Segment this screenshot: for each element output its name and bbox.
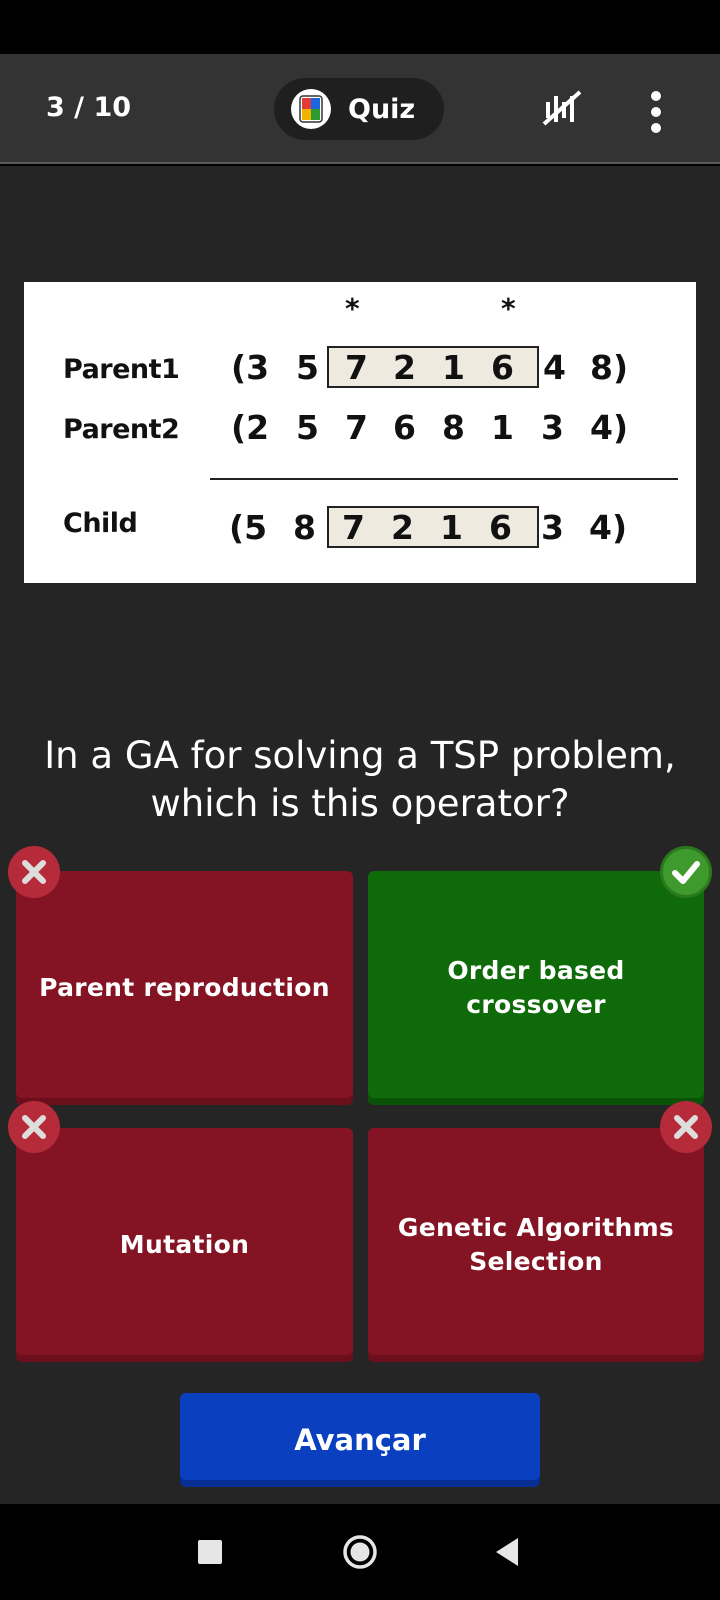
child-gene: 4) [589, 508, 628, 547]
parent1-gene: 6 [491, 348, 514, 387]
parent2-gene: 7 [345, 408, 368, 447]
parent2-gene: 6 [393, 408, 416, 447]
parent2-label: Parent2 [63, 414, 180, 445]
next-button[interactable]: Avançar [180, 1393, 540, 1487]
parent1-gene: 7 [345, 348, 368, 387]
status-bar [0, 0, 720, 54]
quiz-title-pill[interactable]: Quiz [274, 78, 444, 140]
correct-check-icon [660, 846, 712, 898]
child-gene: 1 [440, 508, 463, 547]
child-gene: 7 [342, 508, 365, 547]
recent-apps-icon[interactable] [198, 1540, 222, 1564]
next-button-label: Avançar [294, 1423, 426, 1457]
answer-option-order-based-crossover[interactable]: Order based crossover [368, 871, 704, 1105]
parent2-gene: 3 [541, 408, 564, 447]
child-label: Child [63, 508, 138, 539]
question-counter: 3 / 10 [46, 92, 132, 123]
parent2-gene: 8 [442, 408, 465, 447]
answer-label: Genetic Algorithms Selection [397, 1213, 675, 1276]
tools-off-icon[interactable] [540, 88, 586, 130]
parent1-label: Parent1 [63, 354, 180, 385]
top-bar: 3 / 10 Quiz [0, 54, 720, 164]
parent1-gene: (3 [231, 348, 270, 387]
parent1-gene: 8) [590, 348, 629, 387]
home-icon[interactable] [342, 1534, 378, 1570]
parent1-gene: 4 [543, 348, 566, 387]
parent1-gene: 1 [442, 348, 465, 387]
child-gene: 6 [489, 508, 512, 547]
incorrect-x-icon [8, 846, 60, 898]
child-gene: 3 [541, 508, 564, 547]
parent1-gene: 5 [296, 348, 319, 387]
answer-option-parent-reproduction[interactable]: Parent reproduction [16, 871, 353, 1105]
incorrect-x-icon [8, 1101, 60, 1153]
child-gene: 8 [293, 508, 316, 547]
parent2-gene: 5 [296, 408, 319, 447]
quiz-content: * * Parent1 Parent2 Child (3 5 7 2 1 6 4… [0, 166, 720, 1504]
answer-label: Parent reproduction [39, 973, 330, 1002]
cut-point-marker: * [345, 292, 360, 325]
child-gene: 2 [391, 508, 414, 547]
quiz-title: Quiz [348, 94, 416, 125]
answer-option-mutation[interactable]: Mutation [16, 1128, 353, 1362]
more-vertical-icon[interactable] [640, 90, 672, 134]
answer-option-ga-selection[interactable]: Genetic Algorithms Selection [368, 1128, 704, 1362]
child-gene: (5 [229, 508, 268, 547]
question-text: In a GA for solving a TSP problem, which… [44, 734, 676, 825]
parent2-gene: 4) [590, 408, 629, 447]
question-figure: * * Parent1 Parent2 Child (3 5 7 2 1 6 4… [24, 282, 696, 583]
cut-point-marker: * [501, 292, 516, 325]
back-icon[interactable] [494, 1536, 520, 1568]
answer-label: Order based crossover [447, 956, 625, 1019]
parent2-gene: 1 [491, 408, 514, 447]
parent1-gene: 2 [393, 348, 416, 387]
answer-label: Mutation [119, 1230, 250, 1259]
parent2-gene: (2 [231, 408, 270, 447]
quiz-logo-icon [291, 89, 331, 129]
incorrect-x-icon [660, 1101, 712, 1153]
